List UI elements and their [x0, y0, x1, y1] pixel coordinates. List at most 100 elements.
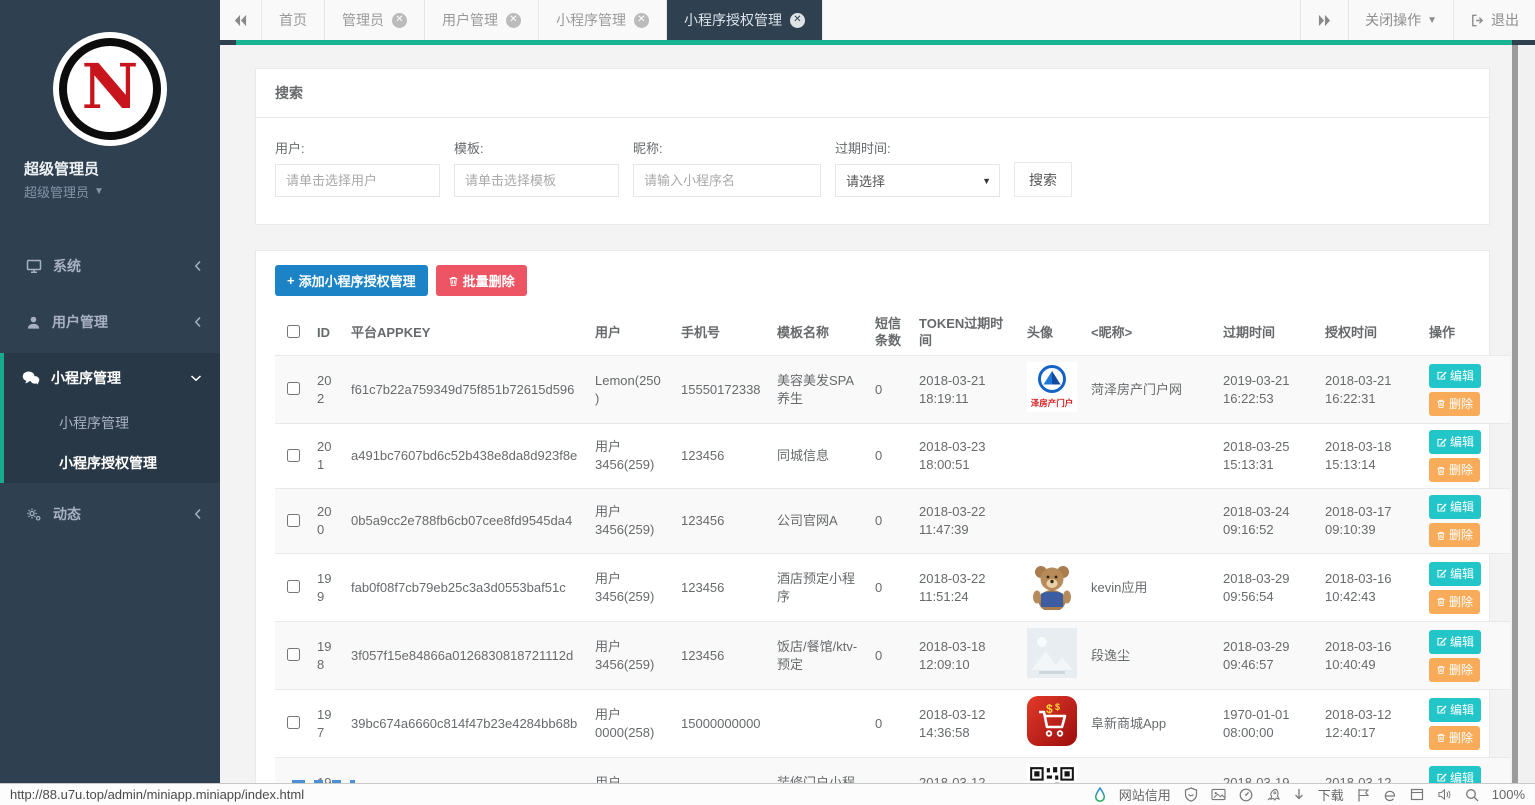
column-header-appkey: 平台APPKEY — [343, 309, 587, 356]
cell-sms-count: 0 — [867, 554, 911, 622]
delete-button[interactable]: 删除 — [1429, 458, 1480, 482]
sidebar-item-user-management[interactable]: 用户管理 — [4, 297, 220, 347]
tab-home[interactable]: 首页 — [262, 0, 325, 40]
cell-operations: 编辑删除 — [1421, 622, 1510, 690]
search-field-expire-time: 过期时间: 请选择▼ — [835, 138, 1000, 197]
table-row: 1964e2511cd70a4ac634f91d89b85c6627d用户 00… — [275, 758, 1510, 784]
edit-button-label: 编辑 — [1450, 769, 1474, 784]
tabs-scroll-right-button[interactable] — [1300, 0, 1348, 40]
cell-select — [275, 424, 309, 489]
nickname-input[interactable] — [633, 164, 821, 197]
edit-button[interactable]: 编辑 — [1429, 698, 1481, 722]
cell-avatar — [1019, 622, 1083, 690]
shield-icon[interactable] — [1184, 787, 1198, 802]
cell-operations: 编辑删除 — [1421, 554, 1510, 622]
tab-admin[interactable]: 管理员✕ — [325, 0, 425, 40]
cell-expire-time: 2018-03-19 12:38:56 — [1215, 758, 1317, 784]
site-credit-label[interactable]: 网站信用 — [1119, 785, 1171, 804]
tab-close-icon[interactable]: ✕ — [634, 13, 649, 28]
speed-gauge-icon[interactable] — [1239, 788, 1253, 802]
window-layout-icon[interactable] — [1410, 788, 1424, 801]
delete-button[interactable]: 删除 — [1429, 658, 1480, 682]
select-all-checkbox[interactable] — [287, 325, 300, 338]
tab-close-icon[interactable]: ✕ — [506, 13, 521, 28]
delete-button[interactable]: 删除 — [1429, 523, 1480, 547]
cell-token-expire: 2018-03-21 18:19:11 — [911, 356, 1019, 424]
row-checkbox[interactable] — [287, 449, 300, 462]
tab-label: 小程序授权管理 — [684, 10, 782, 30]
cell-nickname — [1083, 424, 1215, 489]
batch-delete-button[interactable]: 批量删除 — [436, 265, 527, 296]
tabs-scroll-left-button[interactable] — [220, 0, 262, 40]
speaker-icon[interactable] — [1437, 788, 1452, 801]
speed-drop-icon[interactable] — [1094, 787, 1106, 802]
flag-icon[interactable] — [1357, 788, 1370, 802]
row-checkbox[interactable] — [287, 382, 300, 395]
edit-button[interactable]: 编辑 — [1429, 495, 1481, 519]
table-panel: +添加小程序授权管理 批量删除 ID平台APPKEY用户手机号模板名称短信条数T… — [255, 250, 1490, 783]
sidebar-item-miniapp-management[interactable]: 小程序管理 — [4, 353, 220, 403]
search-field-label: 模板: — [454, 138, 619, 157]
tab-user-management[interactable]: 用户管理 ✕ — [425, 0, 539, 40]
column-header-avatar: 头像 — [1019, 309, 1083, 356]
row-checkbox[interactable] — [287, 580, 300, 593]
sidebar-item-label: 用户管理 — [52, 312, 108, 332]
expire-time-select[interactable]: 请选择▼ — [835, 164, 1000, 197]
row-checkbox[interactable] — [287, 648, 300, 661]
edit-button[interactable]: 编辑 — [1429, 430, 1481, 454]
zoom-search-icon[interactable] — [1465, 788, 1479, 802]
cell-token-expire: 2018-03-18 12:09:10 — [911, 622, 1019, 690]
edit-button[interactable]: 编辑 — [1429, 630, 1481, 654]
trash-icon — [1436, 664, 1446, 675]
cell-expire-time: 2018-03-29 09:56:54 — [1215, 554, 1317, 622]
status-bar-right: 网站信用 下载 100% — [1094, 785, 1525, 804]
delete-button[interactable]: 删除 — [1429, 392, 1480, 416]
delete-button[interactable]: 删除 — [1429, 726, 1480, 750]
logout-button[interactable]: 退出 — [1453, 0, 1535, 40]
cell-id: 197 — [309, 690, 343, 758]
sidebar-item-dynamic[interactable]: 动态 — [4, 489, 220, 539]
search-button[interactable]: 搜索 — [1014, 162, 1072, 197]
table-toolbar: +添加小程序授权管理 批量删除 — [275, 265, 1470, 296]
cell-auth-time: 2018-03-16 10:42:43 — [1317, 554, 1421, 622]
scrollbar-thumb[interactable] — [1512, 45, 1518, 783]
rocket-boost-icon[interactable] — [1266, 788, 1280, 802]
select-all-header-cell — [275, 309, 309, 356]
search-field-label: 昵称: — [633, 138, 821, 157]
vertical-scrollbar[interactable] — [1512, 45, 1535, 783]
sidebar-subitem-miniapp-auth-management[interactable]: 小程序授权管理 — [4, 443, 220, 483]
zoom-level[interactable]: 100% — [1492, 787, 1525, 802]
sidebar-item-label: 系统 — [53, 256, 81, 276]
image-mode-icon[interactable] — [1211, 788, 1226, 801]
chevron-left-icon — [194, 508, 202, 520]
row-checkbox[interactable] — [287, 514, 300, 527]
template-input[interactable] — [454, 164, 619, 197]
user-input[interactable] — [275, 164, 440, 197]
download-arrow-icon[interactable] — [1293, 788, 1305, 802]
profile-role-dropdown[interactable]: 超级管理员 ▼ — [0, 179, 220, 201]
download-label[interactable]: 下载 — [1318, 785, 1344, 804]
cell-nickname: kevin应用 — [1083, 554, 1215, 622]
table-row: 201a491bc7607bd6c52b438e8da8d923f8e用户 34… — [275, 424, 1510, 489]
ie-compat-icon[interactable] — [1383, 788, 1397, 802]
tab-miniapp-auth-management[interactable]: 小程序授权管理 ✕ — [667, 0, 823, 40]
search-field-label: 过期时间: — [835, 138, 1000, 157]
cell-template-name: 同城信息 — [769, 424, 867, 489]
tab-miniapp-management[interactable]: 小程序管理✕ — [539, 0, 667, 40]
add-miniapp-auth-button[interactable]: +添加小程序授权管理 — [275, 265, 428, 296]
cell-appkey: a491bc7607bd6c52b438e8da8d923f8e — [343, 424, 587, 489]
tab-close-icon[interactable]: ✕ — [790, 13, 805, 28]
close-operations-dropdown[interactable]: 关闭操作 ▼ — [1348, 0, 1453, 40]
wechat-icon — [22, 370, 40, 386]
delete-button[interactable]: 删除 — [1429, 590, 1480, 614]
tab-label: 用户管理 — [442, 10, 498, 30]
search-panel-title: 搜索 — [256, 69, 1489, 118]
cell-appkey: 3f057f15e84866a0126830818721112d — [343, 622, 587, 690]
edit-button[interactable]: 编辑 — [1429, 766, 1481, 784]
edit-button[interactable]: 编辑 — [1429, 364, 1481, 388]
row-checkbox[interactable] — [287, 716, 300, 729]
sidebar-item-system[interactable]: 系统 — [4, 241, 220, 291]
edit-button[interactable]: 编辑 — [1429, 562, 1481, 586]
sidebar-subitem-miniapp-management[interactable]: 小程序管理 — [4, 403, 220, 443]
tab-close-icon[interactable]: ✕ — [392, 13, 407, 28]
